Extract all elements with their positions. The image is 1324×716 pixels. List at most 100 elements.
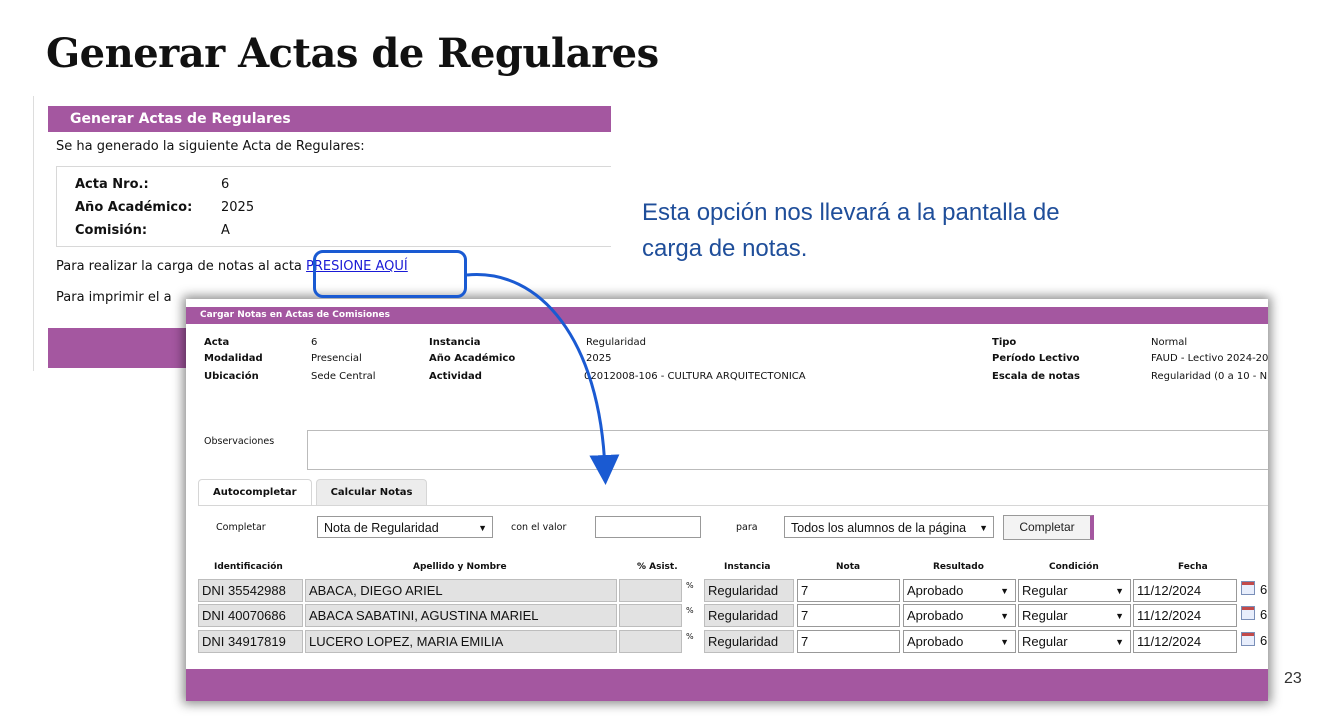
calendar-icon[interactable]: [1241, 606, 1255, 620]
row-nota-input[interactable]: 7: [797, 630, 900, 653]
tab-autocompletar[interactable]: Autocompletar: [198, 479, 312, 506]
valor-input[interactable]: [595, 516, 701, 538]
campo-select[interactable]: Nota de Regularidad ▼: [317, 516, 493, 538]
acta-nro-value: 6: [221, 177, 230, 192]
row-asistencia: [619, 604, 682, 627]
acta-nro-row: Acta Nro.: 6: [75, 173, 611, 196]
col-resultado: Resultado: [933, 562, 984, 572]
cargar-notas-screenshot: Cargar Notas en Actas de Comisiones Acta…: [186, 299, 1268, 701]
chevron-down-icon: ▼: [1115, 611, 1124, 621]
cargar-notas-header: Cargar Notas en Actas de Comisiones: [186, 307, 1268, 324]
ubicacion-label: Ubicación: [204, 371, 259, 382]
modalidad-value: Presencial: [311, 353, 362, 364]
row-resultado-value: Aprobado: [907, 634, 964, 649]
row-resultado-value: Aprobado: [907, 608, 964, 623]
row-instancia: Regularidad: [704, 630, 794, 653]
table-row: DNI 34917819 LUCERO LOPEZ, MARIA EMILIA …: [198, 630, 1268, 653]
slide-caption: Esta opción nos llevará a la pantalla de…: [642, 199, 1060, 262]
chevron-down-icon: ▼: [478, 523, 487, 533]
comision-label: Comisión:: [75, 223, 148, 238]
row-resultado-select[interactable]: Aprobado ▼: [903, 604, 1016, 627]
row-fecha-input[interactable]: 11/12/2024: [1133, 630, 1237, 653]
escala-value: Regularidad (0 a 10 - N: [1151, 371, 1268, 382]
carga-notas-text: Para realizar la carga de notas al acta: [56, 259, 302, 274]
row-condicion-select[interactable]: Regular ▼: [1018, 579, 1131, 602]
anio-value: 2025: [586, 353, 612, 364]
col-apellido-nombre: Apellido y Nombre: [413, 562, 507, 572]
observaciones-textarea[interactable]: [307, 430, 1268, 470]
tipo-label: Tipo: [992, 337, 1017, 348]
table-row: DNI 40070686 ABACA SABATINI, AGUSTINA MA…: [198, 604, 1268, 627]
anio-label: Año Académico: [429, 353, 516, 364]
row-extra: 6: [1260, 607, 1268, 622]
escala-label: Escala de notas: [992, 371, 1081, 382]
comision-value: A: [221, 223, 230, 238]
row-identificacion: DNI 34917819: [198, 630, 303, 653]
slide-title: Generar Actas de Regulares: [46, 30, 659, 77]
row-asistencia: [619, 579, 682, 602]
row-nota-input[interactable]: 7: [797, 579, 900, 602]
acta-value: 6: [311, 337, 318, 348]
chevron-down-icon: ▼: [1115, 586, 1124, 596]
acta-nro-label: Acta Nro.:: [75, 177, 149, 192]
row-resultado-select[interactable]: Aprobado ▼: [903, 630, 1016, 653]
row-identificacion: DNI 40070686: [198, 604, 303, 627]
col-nota: Nota: [836, 562, 861, 572]
instancia-value: Regularidad: [586, 337, 646, 348]
row-nota-input[interactable]: 7: [797, 604, 900, 627]
tab-calcular-notas[interactable]: Calcular Notas: [315, 479, 428, 506]
completar-label: Completar: [216, 522, 266, 533]
chevron-down-icon: ▼: [979, 523, 988, 533]
completar-button[interactable]: Completar: [1003, 515, 1094, 540]
chevron-down-icon: ▼: [1000, 611, 1009, 621]
actividad-value: 02012008-106 - CULTURA ARQUITECTONICA: [584, 371, 806, 382]
row-resultado-select[interactable]: Aprobado ▼: [903, 579, 1016, 602]
chevron-down-icon: ▼: [1115, 637, 1124, 647]
col-asistencia: % Asist.: [637, 562, 678, 572]
chevron-down-icon: ▼: [1000, 586, 1009, 596]
row-fecha-input[interactable]: 11/12/2024: [1133, 579, 1237, 602]
row-nombre: ABACA, DIEGO ARIEL: [305, 579, 617, 602]
periodo-value: FAUD - Lectivo 2024-20: [1151, 353, 1268, 364]
row-fecha-input[interactable]: 11/12/2024: [1133, 604, 1237, 627]
cargar-footer-bar: [186, 669, 1268, 701]
col-fecha: Fecha: [1178, 562, 1208, 572]
percent-symbol: %: [686, 632, 694, 641]
row-instancia: Regularidad: [704, 579, 794, 602]
anio-academico-label: Año Académico:: [75, 200, 193, 215]
calendar-icon[interactable]: [1241, 581, 1255, 595]
acta-label: Acta: [204, 337, 230, 348]
para-select[interactable]: Todos los alumnos de la página ▼: [784, 516, 994, 538]
instancia-label: Instancia: [429, 337, 481, 348]
periodo-label: Período Lectivo: [992, 353, 1080, 364]
comision-row: Comisión: A: [75, 219, 611, 242]
row-asistencia: [619, 630, 682, 653]
row-nombre: ABACA SABATINI, AGUSTINA MARIEL: [305, 604, 617, 627]
presione-aqui-highlight: [313, 250, 467, 298]
generar-actas-header: Generar Actas de Regulares: [48, 106, 611, 132]
row-instancia: Regularidad: [704, 604, 794, 627]
page-number: 23: [1284, 670, 1302, 687]
anio-academico-value: 2025: [221, 200, 255, 215]
campo-select-value: Nota de Regularidad: [324, 521, 439, 535]
row-condicion-select[interactable]: Regular ▼: [1018, 604, 1131, 627]
row-condicion-value: Regular: [1022, 583, 1068, 598]
para-select-value: Todos los alumnos de la página: [791, 521, 967, 535]
tipo-value: Normal: [1151, 337, 1188, 348]
modalidad-label: Modalidad: [204, 353, 263, 364]
col-condicion: Condición: [1049, 562, 1099, 572]
row-nombre: LUCERO LOPEZ, MARIA EMILIA: [305, 630, 617, 653]
row-resultado-value: Aprobado: [907, 583, 964, 598]
col-identificacion: Identificación: [214, 562, 283, 572]
ubicacion-value: Sede Central: [311, 371, 376, 382]
row-condicion-value: Regular: [1022, 634, 1068, 649]
observaciones-label: Observaciones: [204, 436, 275, 447]
row-condicion-select[interactable]: Regular ▼: [1018, 630, 1131, 653]
calendar-icon[interactable]: [1241, 632, 1255, 646]
con-valor-label: con el valor: [511, 522, 567, 533]
generated-message: Se ha generado la siguiente Acta de Regu…: [56, 139, 365, 154]
row-condicion-value: Regular: [1022, 608, 1068, 623]
row-extra: 6: [1260, 582, 1268, 597]
col-instancia: Instancia: [724, 562, 771, 572]
row-extra: 6: [1260, 633, 1268, 648]
